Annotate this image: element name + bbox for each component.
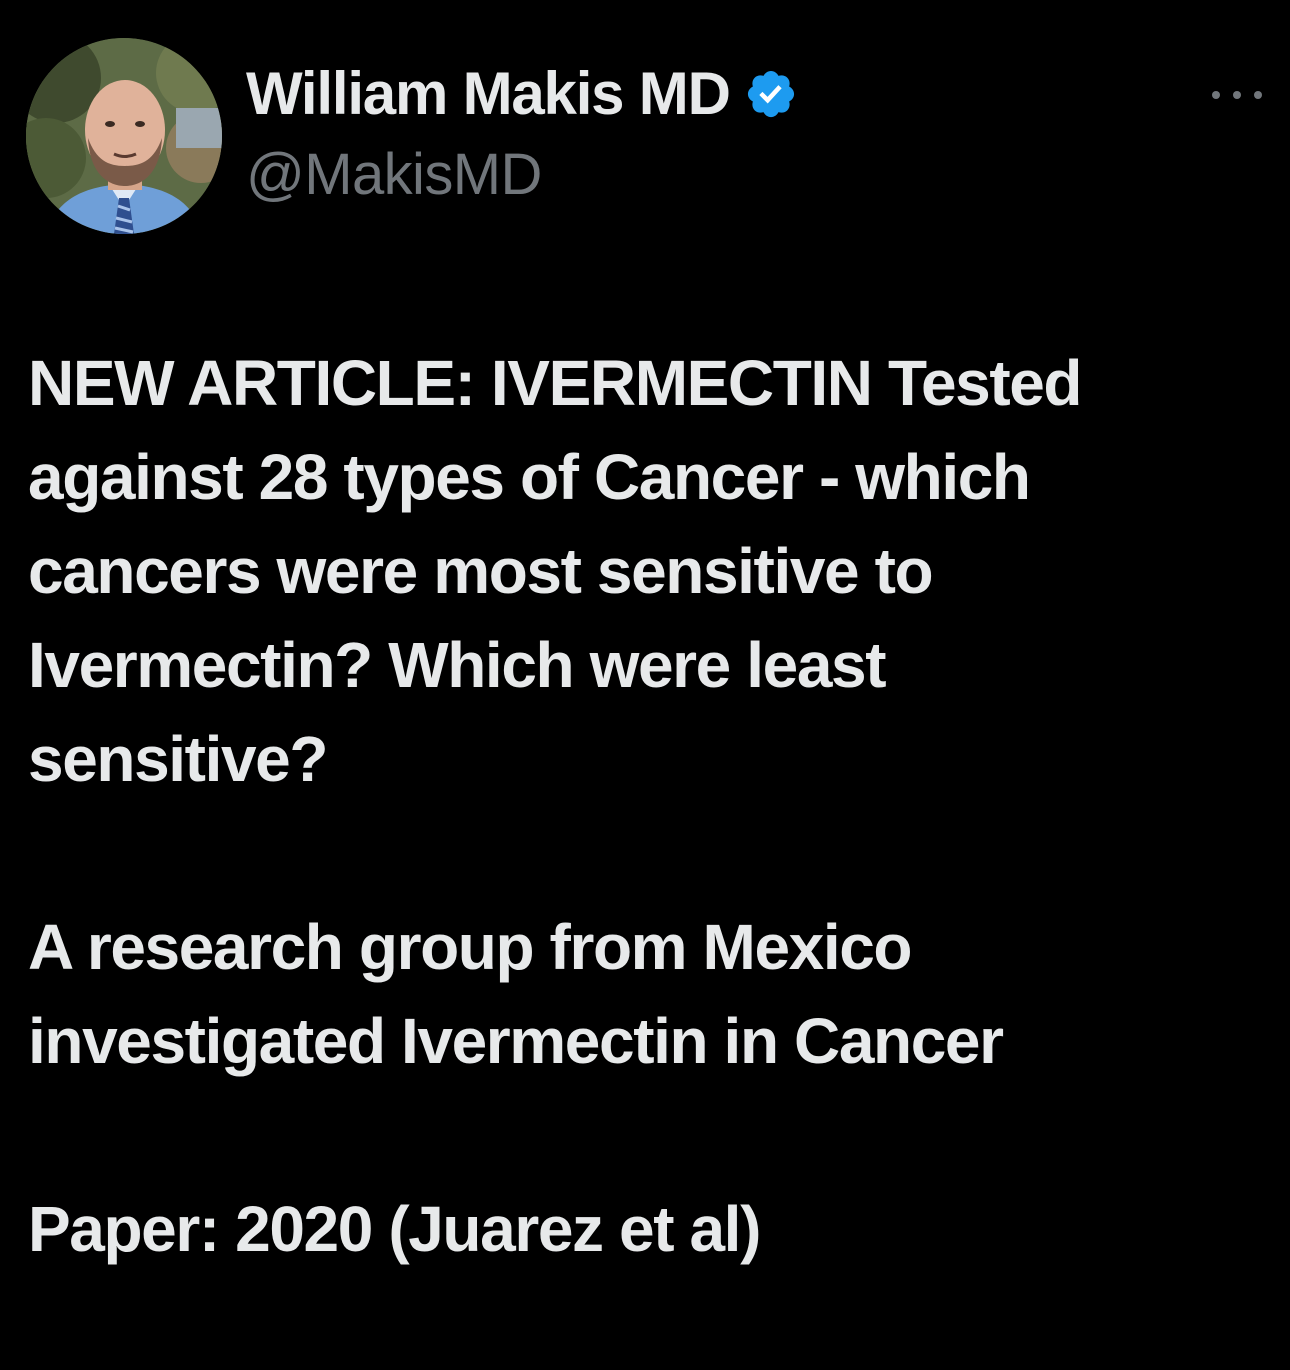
more-dot bbox=[1212, 91, 1220, 99]
author-handle[interactable]: @MakisMD bbox=[246, 140, 542, 210]
tweet-paragraph: NEW ARTICLE: IVERMECTIN Tested against 2… bbox=[28, 347, 1083, 795]
profile-photo-image bbox=[26, 38, 222, 234]
more-dot bbox=[1254, 91, 1262, 99]
more-horizontal-icon[interactable] bbox=[1212, 80, 1262, 110]
tweet-paragraph: Paper: 2020 (Juarez et al) bbox=[28, 1193, 761, 1265]
more-dot bbox=[1233, 91, 1241, 99]
verified-badge-icon[interactable] bbox=[744, 67, 798, 121]
tweet-text: NEW ARTICLE: IVERMECTIN Tested against 2… bbox=[28, 336, 1264, 1370]
author-name-row: William Makis MD bbox=[246, 58, 798, 130]
tweet-header: William Makis MD @MakisMD bbox=[0, 0, 1290, 260]
tweet-paragraph: A research group from Mexico investigate… bbox=[28, 911, 1004, 1077]
avatar[interactable] bbox=[26, 38, 222, 234]
author-display-name[interactable]: William Makis MD bbox=[246, 58, 731, 130]
